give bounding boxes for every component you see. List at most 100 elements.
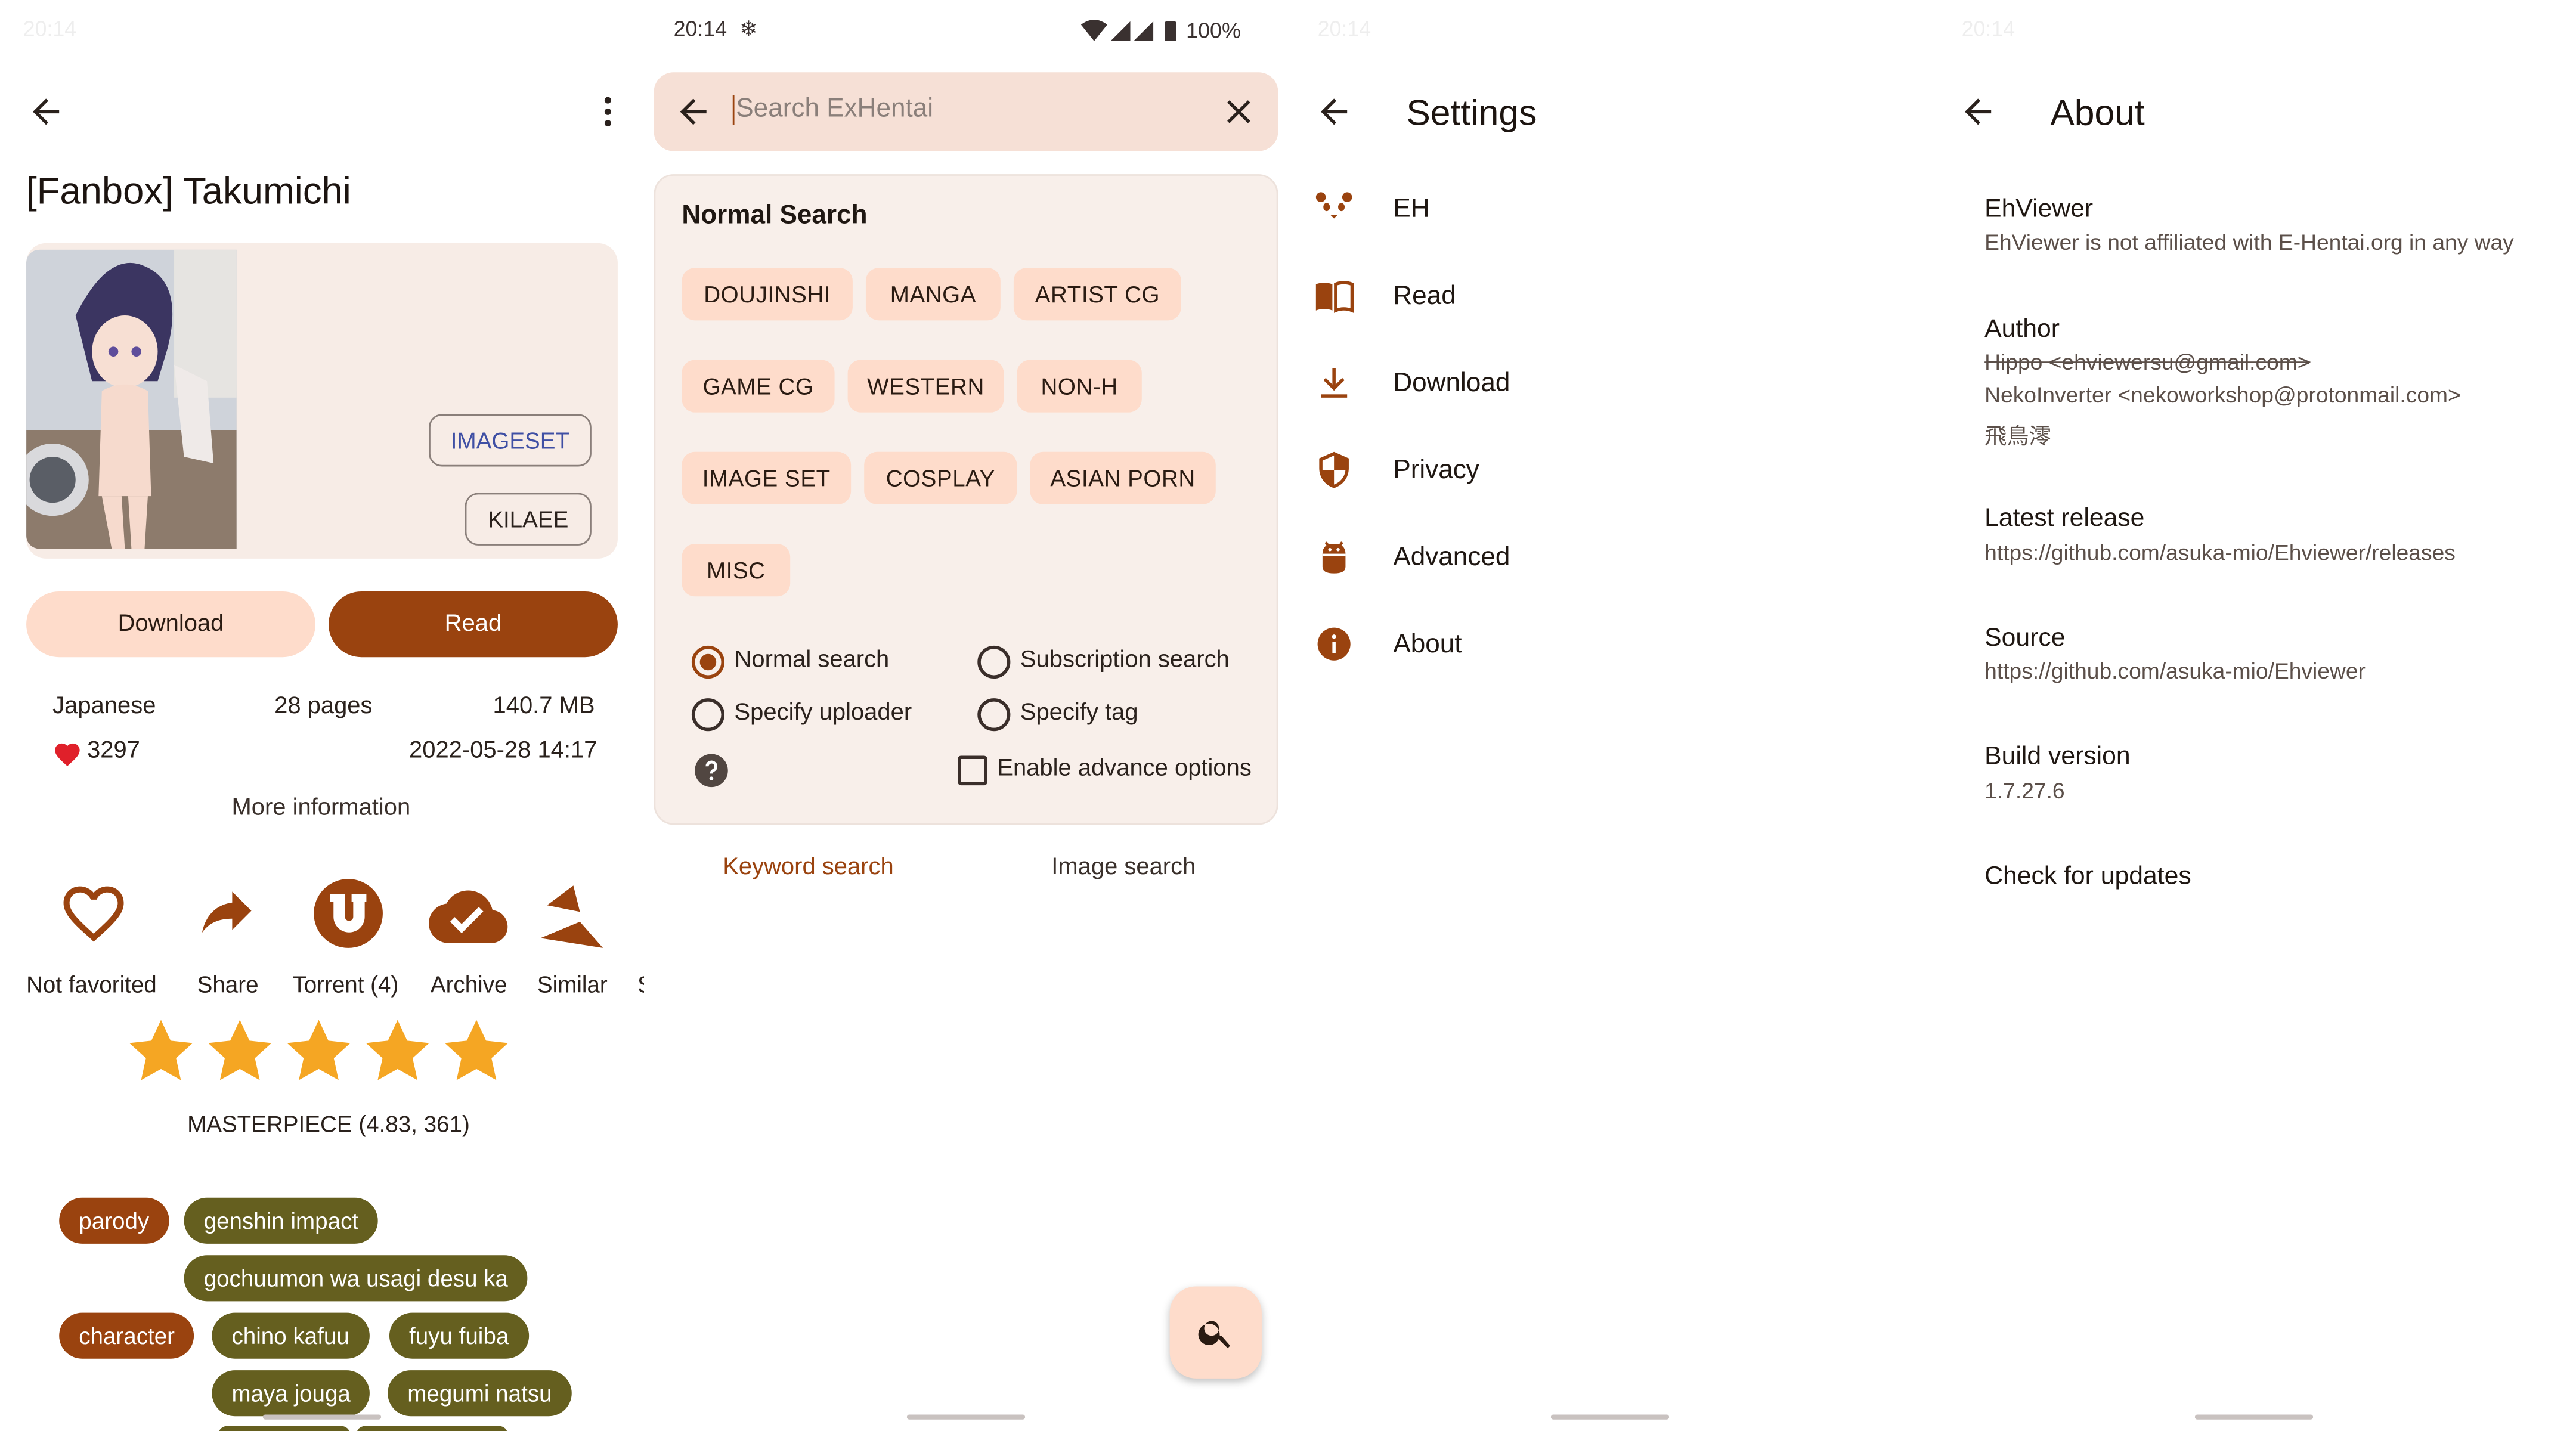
category-chip-image-set[interactable]: IMAGE SET (682, 451, 852, 504)
latest-release-url[interactable]: https://github.com/asuka-mio/Ehviewer/re… (1984, 541, 2456, 565)
search-icon (1198, 1321, 1231, 1349)
action-torrent[interactable]: Torrent (4) (287, 871, 411, 1002)
settings-item-about[interactable]: About (1288, 602, 1932, 689)
tag-genshin-impact[interactable]: genshin impact (184, 1197, 379, 1244)
settings-item-advanced[interactable]: Advanced (1288, 514, 1932, 601)
torrent-icon (314, 879, 383, 948)
close-icon (1227, 100, 1250, 123)
battery-level: 100% (1186, 18, 1241, 43)
category-chip-manga[interactable]: MANGA (865, 268, 1001, 321)
category-chip-non-h[interactable]: NON-H (1017, 360, 1142, 413)
action-similar[interactable]: Similar (529, 871, 621, 1002)
radio-subscription-search[interactable] (977, 645, 1011, 679)
search-bar: Search ExHentai (654, 72, 1278, 151)
settings-panel: 20:14 Settings EH Read Download Privacy … (1287, 0, 1932, 1431)
gesture-handle (262, 1414, 382, 1420)
gallery-thumbnail[interactable] (26, 249, 237, 549)
back-button[interactable] (26, 92, 66, 131)
download-button[interactable]: Download (26, 591, 315, 658)
search-back-button[interactable] (674, 92, 713, 131)
panda-icon (1315, 192, 1352, 219)
help-circle-icon (695, 754, 728, 788)
tag-row-cutoff (218, 1426, 350, 1431)
status-time: 20:14 (23, 16, 77, 41)
arrow-back-icon (1965, 98, 1992, 125)
gallery-header-card: IMAGESET KILAEE (26, 243, 618, 559)
action-partial[interactable]: S (637, 971, 644, 998)
category-chip-doujinshi[interactable]: DOUJINSHI (682, 268, 853, 321)
normal-search-title: Normal Search (682, 202, 868, 230)
tab-image-search[interactable]: Image search (1051, 854, 1196, 881)
help-button[interactable] (693, 752, 730, 789)
tag-megumi-natsu[interactable]: megumi natsu (388, 1370, 572, 1417)
category-chip[interactable]: IMAGESET (429, 414, 592, 467)
label-specify-uploader: Specify uploader (734, 699, 912, 726)
category-chip-artist-cg[interactable]: ARTIST CG (1013, 268, 1181, 321)
search-input[interactable]: Search ExHentai (732, 95, 1193, 125)
settings-item-label: Read (1393, 282, 1456, 311)
back-button[interactable] (1314, 92, 1354, 131)
build-version-value: 1.7.27.6 (1984, 779, 2065, 804)
cloud-check-icon (429, 890, 508, 943)
action-favorite[interactable]: Not favorited (0, 871, 185, 1002)
gallery-title: [Fanbox] Takumichi (26, 169, 351, 212)
read-button[interactable]: Read (329, 591, 618, 658)
action-archive[interactable]: Archive (420, 871, 519, 1002)
label-normal-search: Normal search (734, 647, 890, 674)
settings-item-eh[interactable]: EH (1288, 166, 1932, 253)
status-bar: 20:14 (1318, 17, 1371, 41)
android-icon (1322, 541, 1346, 574)
settings-item-download[interactable]: Download (1288, 340, 1932, 427)
gallery-language: Japanese (52, 693, 156, 720)
overflow-menu-button[interactable] (588, 92, 627, 131)
radio-specify-tag[interactable] (977, 698, 1011, 732)
tab-keyword-search[interactable]: Keyword search (723, 854, 893, 881)
tag-namespace-character[interactable]: character (59, 1312, 195, 1359)
category-chip-game-cg[interactable]: GAME CG (682, 360, 835, 413)
author-nekoinverter[interactable]: NekoInverter <nekoworkshop@protonmail.co… (1984, 383, 2461, 407)
check-for-updates[interactable]: Check for updates (1984, 863, 2191, 893)
settings-item-read[interactable]: Read (1288, 253, 1932, 340)
settings-item-privacy[interactable]: Privacy (1288, 427, 1932, 514)
category-chip-western[interactable]: WESTERN (847, 360, 1004, 413)
signal-wifi-battery-icon (1080, 20, 1176, 41)
author-asuka[interactable]: 飛鳥澪 (1984, 417, 2051, 450)
app-disclaimer: EhViewer is not affiliated with E-Hentai… (1984, 230, 2514, 255)
action-share[interactable]: Share (185, 871, 268, 1002)
radio-normal-search[interactable] (691, 645, 724, 679)
label-subscription-search: Subscription search (1020, 647, 1230, 674)
star-icon (366, 1020, 429, 1080)
settings-item-label: Advanced (1393, 544, 1510, 572)
uploader-chip[interactable]: KILAEE (465, 493, 592, 546)
rating-text: MASTERPIECE (4.83, 361) (187, 1110, 470, 1137)
tag-namespace-parody[interactable]: parody (59, 1197, 169, 1244)
tag-maya-jouga[interactable]: maya jouga (212, 1370, 370, 1417)
author-hippo[interactable]: Hippo <ehviewersu@gmail.com> (1984, 350, 2310, 374)
more-information-link[interactable]: More information (231, 795, 410, 822)
latest-release-title[interactable]: Latest release (1984, 504, 2144, 534)
source-url[interactable]: https://github.com/asuka-mio/Ehviewer (1984, 659, 2366, 683)
action-label: Not favorited (26, 971, 157, 998)
category-chip-misc[interactable]: MISC (682, 544, 791, 597)
shield-icon (1319, 451, 1349, 488)
back-button[interactable] (1958, 92, 1998, 131)
gallery-posted: 2022-05-28 14:17 (409, 738, 597, 764)
radio-specify-uploader[interactable] (691, 698, 724, 732)
source-title[interactable]: Source (1984, 624, 2065, 654)
tag-chino-kafuu[interactable]: chino kafuu (212, 1312, 369, 1359)
category-chip-cosplay[interactable]: COSPLAY (864, 451, 1017, 504)
advance-options-checkbox[interactable] (958, 755, 987, 786)
search-fab[interactable] (1169, 1286, 1262, 1379)
label-advance-options: Enable advance options (997, 755, 1252, 782)
settings-item-label: Privacy (1393, 457, 1479, 485)
clear-search-button[interactable] (1219, 92, 1258, 131)
category-chip-asian-porn[interactable]: ASIAN PORN (1030, 451, 1216, 504)
tag-fuyu-fuiba[interactable]: fuyu fuiba (389, 1312, 529, 1359)
heart-outline-icon (63, 886, 124, 942)
arrow-back-icon (33, 98, 60, 125)
gesture-handle (2194, 1414, 2314, 1420)
thumbnail-illustration (26, 249, 237, 549)
tag-gochuumon[interactable]: gochuumon wa usagi desu ka (184, 1255, 528, 1302)
status-bar: 20:14 ❄ (674, 17, 758, 43)
status-bar: 20:14 (23, 17, 77, 41)
